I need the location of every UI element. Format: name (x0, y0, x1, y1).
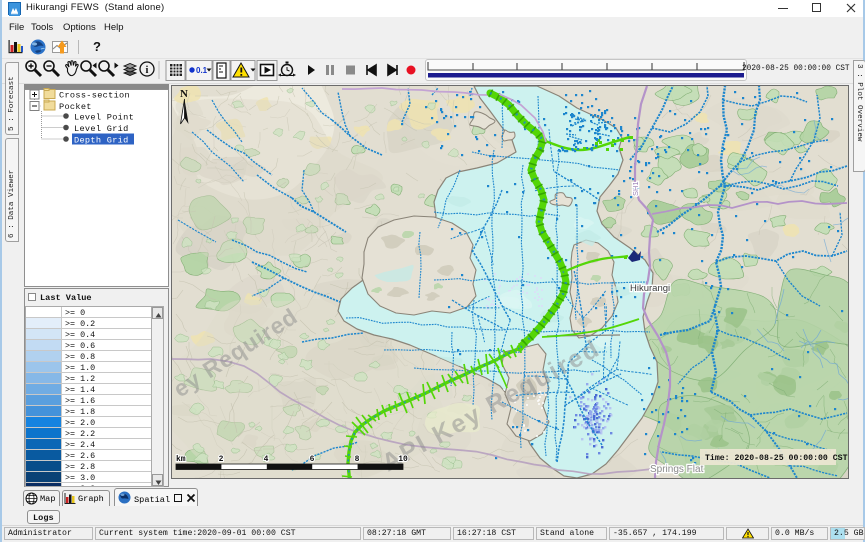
svg-text:N: N (180, 88, 188, 100)
svg-text:0.1: 0.1 (196, 66, 208, 75)
svg-text:Pocket: Pocket (59, 102, 92, 112)
svg-text:Hikurangi: Hikurangi (630, 283, 670, 294)
svg-text:Level Point: Level Point (74, 113, 134, 123)
svg-text:10: 10 (398, 455, 408, 464)
svg-text:2: 2 (219, 455, 224, 464)
svg-text:Depth Grid: Depth Grid (74, 136, 129, 146)
svg-text:Time: 2020-08-25 00:00:00 CST: Time: 2020-08-25 00:00:00 CST (705, 453, 848, 463)
svg-text:4: 4 (264, 455, 269, 464)
svg-text:SH1: SH1 (631, 181, 640, 196)
svg-text:6: 6 (310, 455, 315, 464)
svg-text:Level Grid: Level Grid (74, 124, 129, 134)
svg-text:km: km (176, 455, 186, 464)
svg-text:Springs Flat: Springs Flat (650, 464, 704, 475)
svg-text:i: i (146, 65, 149, 76)
svg-text:Cross-section: Cross-section (59, 91, 130, 101)
svg-text:8: 8 (355, 455, 360, 464)
